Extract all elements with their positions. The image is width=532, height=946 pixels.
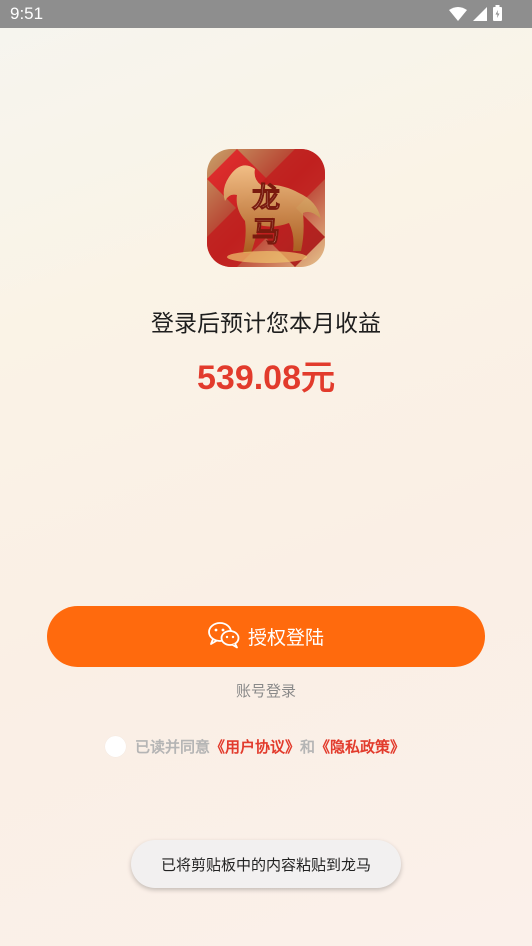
status-bar: 9:51: [0, 0, 532, 28]
svg-text:龙: 龙: [252, 181, 280, 214]
agreement-conjunction: 和: [300, 738, 316, 756]
privacy-policy-link[interactable]: 《隐私政策》: [315, 736, 405, 757]
clipboard-toast: 已将剪贴板中的内容粘贴到龙马: [131, 840, 401, 888]
status-icons: [449, 5, 502, 25]
signal-icon: [473, 6, 487, 25]
wifi-icon: [449, 6, 467, 25]
page-subtitle: 登录后预计您本月收益: [151, 311, 381, 337]
authorize-login-label: 授权登陆: [247, 627, 324, 649]
battery-icon: [493, 5, 502, 25]
wechat-icon: [208, 621, 240, 653]
app-logo: 龙 马: [207, 149, 325, 267]
agreement-row: 已读并同意 《用户协议》 和 《隐私政策》: [105, 736, 405, 757]
svg-text:马: 马: [252, 215, 280, 248]
agreement-checkbox[interactable]: [105, 736, 126, 757]
user-agreement-link[interactable]: 《用户协议》: [210, 736, 300, 757]
status-time: 9:51: [10, 4, 44, 23]
authorize-login-button[interactable]: 授权登陆: [47, 606, 485, 667]
agreement-prefix: 已读并同意: [135, 738, 211, 756]
estimated-earnings: 539.08元: [197, 359, 335, 397]
account-login-link[interactable]: 账号登录: [0, 680, 532, 701]
